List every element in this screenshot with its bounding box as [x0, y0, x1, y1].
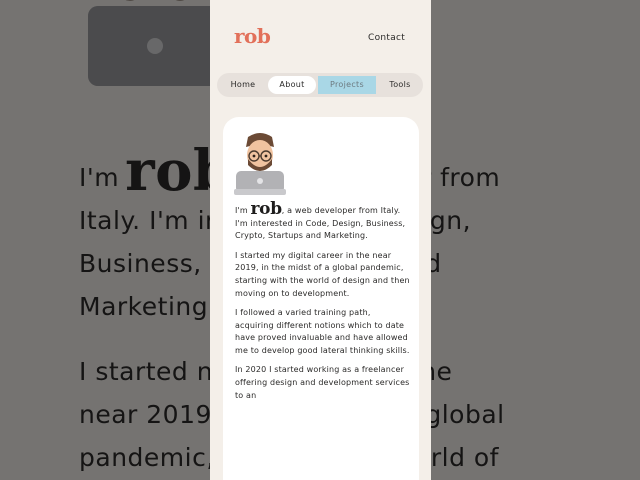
site-header: rob Contact	[210, 0, 431, 64]
intro-paragraph: I'm rob, a web developer from Italy. I'm…	[235, 201, 411, 243]
background-text-fragment: Italy. I'm in	[79, 206, 222, 235]
background-text-fragment: global	[425, 400, 505, 429]
bio-paragraph: I followed a varied training path, acqui…	[235, 307, 410, 356]
background-text-fragment: I'm	[79, 163, 120, 192]
background-text-fragment: pandemic,	[79, 443, 215, 472]
contact-link[interactable]: Contact	[368, 33, 405, 43]
background-avatar-icon	[88, 0, 222, 86]
bio-paragraph: In 2020 I started working as a freelance…	[235, 365, 410, 400]
about-card: I'm rob, a web developer from Italy. I'm…	[223, 117, 419, 480]
background-text-fragment: Marketing	[79, 292, 209, 321]
background-text-fragment: I started n	[79, 357, 214, 386]
intro-name: rob	[250, 199, 283, 219]
site-logo[interactable]: rob	[234, 24, 271, 48]
nav-tab-home[interactable]: Home	[221, 76, 265, 94]
background-text-fragment: Business, C	[79, 249, 229, 278]
nav-tab-about[interactable]: About	[268, 76, 316, 94]
nav-tabs: Home About Projects Tools	[217, 73, 423, 97]
nav-tab-projects[interactable]: Projects	[318, 76, 376, 94]
phone-viewport: rob Contact Home About Projects Tools I'…	[210, 0, 431, 480]
memoji-avatar-icon	[234, 133, 286, 195]
about-content: I'm rob, a web developer from Italy. I'm…	[235, 201, 411, 409]
bio-paragraph: I started my digital career in the near …	[235, 250, 410, 298]
background-text-fragment: near 2019,	[79, 400, 221, 429]
intro-prefix: I'm	[235, 206, 251, 215]
nav-tab-tools[interactable]: Tools	[381, 76, 419, 94]
